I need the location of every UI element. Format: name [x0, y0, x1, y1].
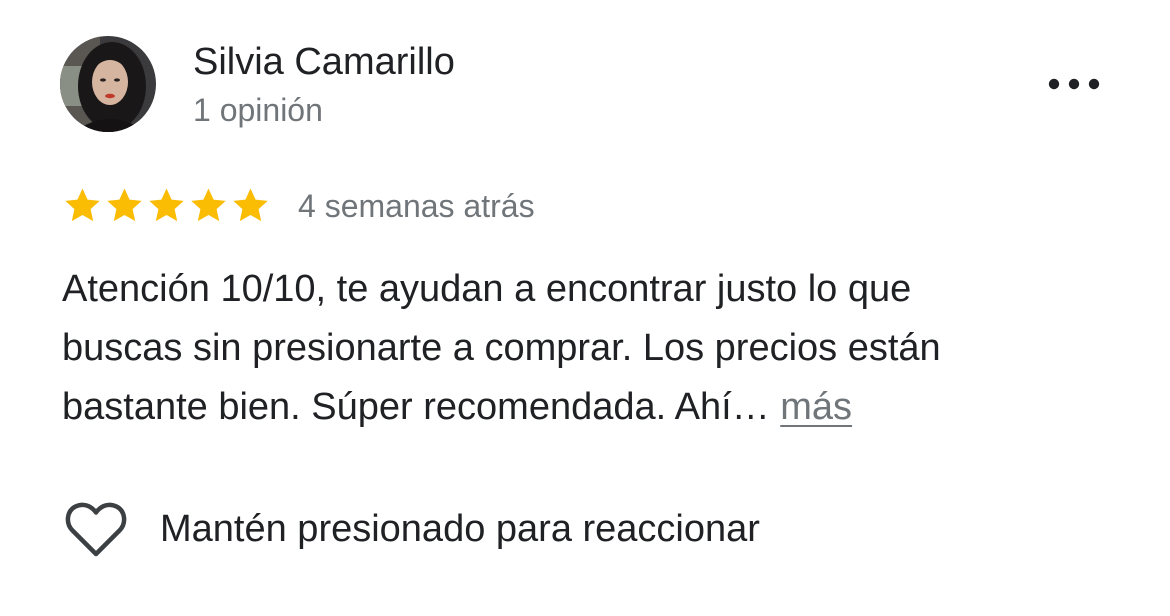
star-icon: [149, 188, 184, 222]
star-rating: [62, 186, 272, 226]
star-icon: [191, 188, 226, 222]
review-text-line: bastante bien. Súper recomendada. Ahí… m…: [62, 378, 1132, 437]
author-review-count: 1 opinión: [193, 92, 323, 128]
more-horiz-icon: [1048, 78, 1100, 90]
rating-row: 4 semanas atrás: [62, 184, 535, 228]
review-timestamp: 4 semanas atrás: [298, 188, 535, 224]
more-options-button[interactable]: [1040, 68, 1108, 100]
read-more-link[interactable]: más: [780, 386, 852, 428]
star-icon: [107, 188, 142, 222]
author-name[interactable]: Silvia Camarillo: [193, 38, 455, 86]
author-avatar[interactable]: [60, 36, 156, 132]
review-text-line: buscas sin presionarte a comprar. Los pr…: [62, 327, 941, 369]
heart-outline-icon: [65, 502, 127, 557]
react-label: Mantén presionado para reaccionar: [160, 508, 760, 550]
react-button[interactable]: Mantén presionado para reaccionar: [64, 498, 760, 560]
star-icon: [233, 188, 268, 222]
star-icon: [65, 188, 100, 222]
avatar-photo: [60, 36, 156, 132]
review-text-line: Atención 10/10, te ayudan a encontrar ju…: [62, 268, 912, 310]
review-text: Atención 10/10, te ayudan a encontrar ju…: [62, 260, 1132, 437]
review-text-line-content: bastante bien. Súper recomendada. Ahí…: [62, 386, 770, 428]
